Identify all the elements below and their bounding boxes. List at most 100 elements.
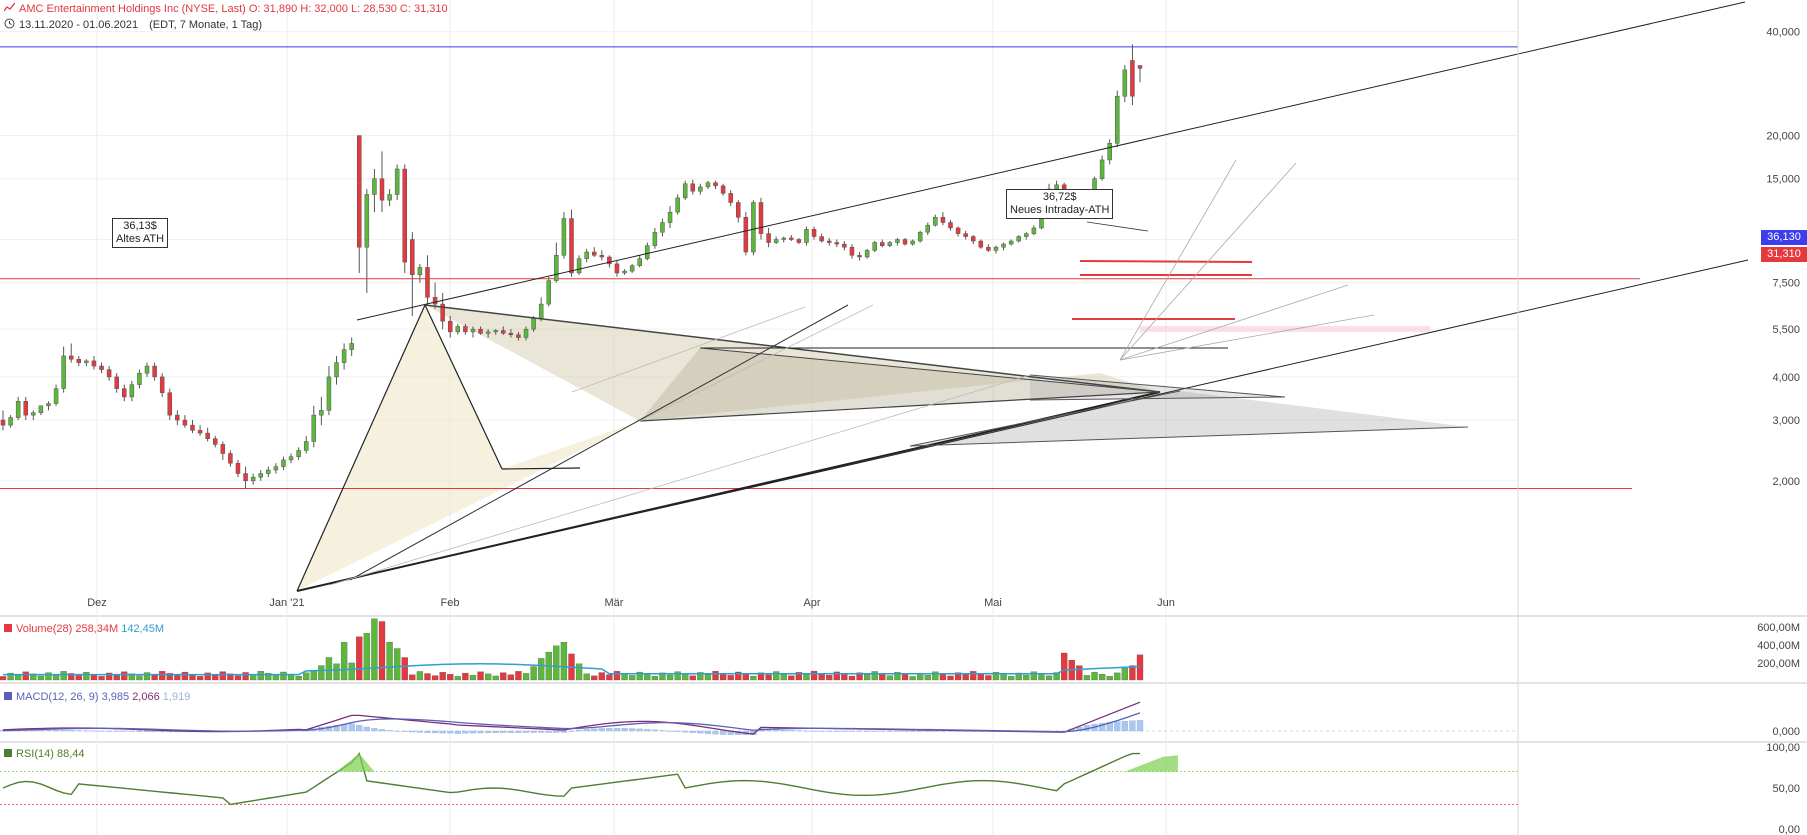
candle [963,230,968,240]
volume-bar [924,674,931,681]
volume-bar [651,676,659,681]
candle-body [849,246,855,256]
candle [796,238,802,245]
last-price-tag: 31,310 [1761,247,1807,262]
chart-canvas[interactable]: 2,0003,0004,0005,5007,50010,00015,00020,… [0,0,1807,835]
range-details: (EDT, 7 Monate, 1 Tag) [149,19,263,31]
candle [728,190,733,207]
candle-body [243,473,248,482]
candle [402,164,407,273]
macd-histogram-bar [704,730,712,734]
macd-histogram-bar [143,730,151,732]
candle [303,435,309,454]
macd-histogram-bar [879,730,886,732]
macd-histogram-bar [98,730,105,732]
candle [584,248,589,263]
macd-histogram-bar [128,730,136,732]
rsi-tick-label: 0,00 [1779,824,1800,835]
candle-body [629,265,635,272]
candle [212,435,218,448]
volume-bar [75,675,82,681]
volume-bar [1106,676,1113,681]
candle-body [493,330,498,333]
candle-body [811,229,817,237]
candle-body [955,227,961,234]
candle-body [235,462,241,474]
old-ath-annotation[interactable]: 36,13$ Altes ATH [112,218,169,248]
macd-histogram-bar [833,730,840,732]
new-ath-annotation[interactable]: 36,72$ Neues Intraday-ATH [1006,189,1114,219]
candle [917,230,923,243]
candle [834,239,840,248]
macd-histogram-bar [932,730,939,732]
macd-histogram-bar [60,730,67,732]
macd-value2: 2,066 [132,691,160,703]
macd-histogram-bar [697,730,704,734]
volume-bar [742,673,749,681]
macd-value3: 1,919 [162,691,191,703]
volume-bar [583,673,590,681]
volume-tick-label: 200,00M [1757,658,1800,670]
candle-body [917,231,923,242]
candle-body [789,237,794,240]
candle-body [872,242,877,251]
candle-body [61,355,66,389]
candle [46,401,51,411]
candle-body [266,469,271,474]
stock-chart[interactable]: 2,0003,0004,0005,5007,50010,00015,00020,… [0,0,1807,835]
macd-histogram-bar [712,730,719,735]
x-tick-label: Dez [87,597,107,609]
candle [379,151,385,213]
volume-label: Volume(28) [16,623,73,635]
candle [432,282,438,309]
volume-bar [181,671,189,681]
old-ath-price: 36,13$ [123,220,157,232]
volume-bar [901,674,909,681]
macd-histogram-bar [484,730,492,734]
candle-body [0,419,6,426]
candle-body [614,263,620,274]
candle [773,236,779,245]
candle-body [417,267,423,276]
candle [190,420,195,434]
candle-body [970,236,976,242]
macd-histogram-bar [492,730,499,733]
candle [319,396,324,426]
volume-bar [962,674,969,681]
macd-histogram-bar [1121,720,1128,732]
volume-bar [143,672,151,681]
volume-bar [416,671,424,681]
volume-bar [45,672,52,681]
candle-body [751,202,756,253]
candle [372,169,377,213]
macd-histogram-bar [371,728,378,732]
volume-bar [628,675,636,681]
volume-bar [151,674,158,681]
macd-histogram-bar [848,730,856,732]
macd-histogram-bar [52,729,60,732]
volume-bar [303,672,310,681]
volume-bar [522,673,530,681]
candle [167,388,173,421]
rsi-panel-title: RSI(14) 88,44 [4,748,85,760]
macd-histogram-bar [613,728,621,732]
x-tick-label: Jan '21 [269,597,304,609]
volume-bar [1038,673,1045,681]
volume-bar [500,672,507,681]
candle-body [864,250,870,258]
candle [394,164,400,201]
rsi-tick-label: 100,00 [1766,742,1800,754]
candle-body [720,185,726,194]
candle [258,470,263,481]
candle [789,235,794,242]
candle [645,242,650,261]
volume-bar [318,665,325,681]
candle-body [1122,69,1128,97]
rsi-swatch [4,749,12,757]
candle-body [288,456,294,461]
candle-body [1107,142,1112,161]
candle [713,180,718,190]
range-info: 13.11.2020 - 01.06.2021 (EDT, 7 Monate, … [4,18,262,31]
volume-bar [788,675,795,681]
candle-body [963,233,968,237]
